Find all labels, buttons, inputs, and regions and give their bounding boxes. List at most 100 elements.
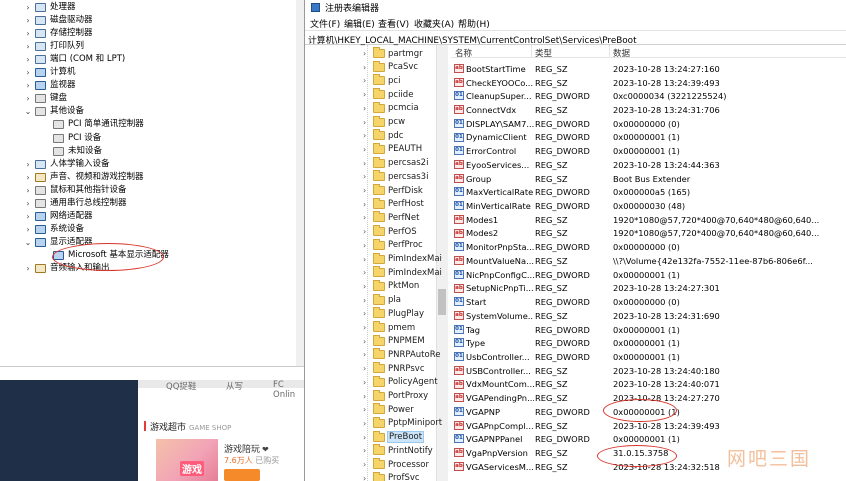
device-category-item[interactable]: Microsoft 基本显示适配器 <box>42 249 169 262</box>
expand-chevron-icon[interactable]: › <box>24 262 32 275</box>
expand-chevron-icon[interactable]: › <box>363 474 373 481</box>
expand-chevron-icon[interactable]: › <box>363 309 373 318</box>
column-header-type[interactable]: 类型 <box>535 47 552 59</box>
expand-chevron-icon[interactable]: › <box>24 53 32 66</box>
shop-buy-button[interactable] <box>224 469 260 481</box>
expand-chevron-icon[interactable]: › <box>24 92 32 105</box>
device-category-item[interactable]: › 声音、视频和游戏控制器 <box>24 171 144 184</box>
device-category-item[interactable]: PCI 简单通讯控制器 <box>42 118 144 131</box>
registry-key-item[interactable]: › PerfHost <box>363 197 424 211</box>
registry-key-item[interactable]: › PNRPAutoRe <box>363 348 440 361</box>
registry-key-item[interactable]: › PerfDisk <box>363 184 423 197</box>
expand-chevron-icon[interactable]: › <box>363 145 373 154</box>
expand-chevron-icon[interactable]: › <box>363 419 373 428</box>
registry-value-row[interactable]: 01 CleanupSuper... REG_DWORD 0xc0000034 (32… <box>451 89 846 103</box>
expand-chevron-icon[interactable]: › <box>363 350 373 359</box>
registry-value-row[interactable]: ab BootStartTime REG_SZ 2023-10-28 13:24:27… <box>451 62 846 76</box>
registry-key-item[interactable]: › PNRPsvc <box>363 362 425 375</box>
registry-key-item[interactable]: › PortProxy <box>363 389 428 403</box>
expand-chevron-icon[interactable]: › <box>363 63 373 72</box>
registry-key-item[interactable]: › PerfNet <box>363 211 419 224</box>
expand-chevron-icon[interactable]: › <box>24 66 32 79</box>
expand-chevron-icon[interactable]: ⌄ <box>24 105 32 118</box>
device-category-item[interactable]: › 网络适配器 <box>24 210 93 223</box>
registry-value-row[interactable]: 01 UsbController... REG_DWORD 0x00000001 (1… <box>451 350 846 364</box>
expand-chevron-icon[interactable]: › <box>363 159 373 168</box>
registry-key-item[interactable]: › pci <box>363 74 400 87</box>
expand-chevron-icon[interactable]: › <box>363 255 373 264</box>
device-category-item[interactable]: ⌄ 其他设备 <box>24 105 84 118</box>
shop-item-name[interactable]: 游戏陪玩 ❤ <box>224 442 269 455</box>
expand-chevron-icon[interactable]: › <box>363 186 373 195</box>
expand-chevron-icon[interactable]: › <box>24 79 32 92</box>
expand-chevron-icon[interactable]: › <box>24 1 32 14</box>
expand-chevron-icon[interactable]: › <box>363 76 373 85</box>
menu-help[interactable]: 帮助(H) <box>458 17 490 30</box>
expand-chevron-icon[interactable]: › <box>24 158 32 171</box>
device-category-item[interactable]: PCI 设备 <box>42 132 101 145</box>
expand-chevron-icon[interactable]: › <box>24 27 32 40</box>
expand-chevron-icon[interactable]: › <box>363 118 373 127</box>
device-category-item[interactable]: › 监视器 <box>24 79 76 92</box>
menu-favorites[interactable]: 收藏夹(A) <box>414 17 454 30</box>
device-category-item[interactable]: › 磁盘驱动器 <box>24 14 93 27</box>
shop-item-thumbnail[interactable]: 游戏 <box>156 439 218 481</box>
device-category-item[interactable]: › 音频输入和输出 <box>24 262 110 275</box>
registry-key-item[interactable]: › Processor <box>363 458 429 471</box>
expand-chevron-icon[interactable]: › <box>363 433 373 442</box>
registry-key-item[interactable]: › PlugPlay <box>363 307 424 320</box>
registry-value-row[interactable]: ab SetupNicPnpTi... REG_SZ 2023-10-28 13:24… <box>451 282 846 296</box>
registry-key-item[interactable]: › partmgr <box>363 47 423 60</box>
device-category-item[interactable]: › 人体学输入设备 <box>24 158 110 171</box>
registry-value-row[interactable]: 01 MonitorPnpSta... REG_DWORD 0x00000000 (0… <box>451 240 846 254</box>
expand-chevron-icon[interactable]: › <box>24 197 32 210</box>
device-category-item[interactable]: › 打印队列 <box>24 40 84 53</box>
expand-chevron-icon[interactable]: › <box>24 223 32 236</box>
expand-chevron-icon[interactable]: › <box>363 460 373 469</box>
device-category-item[interactable]: 未知设备 <box>42 145 102 158</box>
device-category-item[interactable]: › 处理器 <box>24 1 76 14</box>
registry-key-item[interactable]: › PktMon <box>363 279 419 293</box>
registry-key-item[interactable]: › PerfOS <box>363 225 417 238</box>
registry-value-row[interactable]: 01 Tag REG_DWORD 0x00000001 (1) <box>451 323 846 337</box>
registry-value-row[interactable]: ab USBController... REG_SZ 2023-10-28 13:24… <box>451 364 846 378</box>
registry-key-item[interactable]: › percsas3i <box>363 170 428 183</box>
device-category-item[interactable]: › 存储控制器 <box>24 27 93 40</box>
tree-scrollbar-thumb[interactable] <box>438 289 446 315</box>
address-bar[interactable]: 计算机\HKEY_LOCAL_MACHINE\SYSTEM\CurrentCon… <box>305 30 846 46</box>
expand-chevron-icon[interactable]: › <box>363 268 373 277</box>
registry-key-item[interactable]: › PimIndexMai <box>363 266 442 279</box>
device-manager-scrollbar[interactable] <box>296 0 304 366</box>
expand-chevron-icon[interactable]: › <box>363 131 373 140</box>
menu-file[interactable]: 文件(F) <box>310 17 340 30</box>
expand-chevron-icon[interactable]: › <box>24 184 32 197</box>
expand-chevron-icon[interactable]: › <box>363 282 373 291</box>
expand-chevron-icon[interactable]: › <box>24 210 32 223</box>
registry-value-row[interactable]: 01 Type REG_DWORD 0x00000001 (1) <box>451 336 846 350</box>
registry-value-row[interactable]: 01 MaxVerticalRate REG_DWORD 0x000000a5 (16… <box>451 185 846 199</box>
registry-key-item[interactable]: › PptpMiniport <box>363 416 442 430</box>
registry-value-row[interactable]: ab Modes1 REG_SZ 1920*1080@57,720*400@70,64… <box>451 213 846 227</box>
expand-chevron-icon[interactable]: ⌄ <box>24 236 32 249</box>
expand-chevron-icon[interactable]: › <box>363 392 373 401</box>
expand-chevron-icon[interactable]: › <box>363 49 373 58</box>
registry-value-row[interactable]: ab VdxMountCom... REG_SZ 2023-10-28 13:24:4… <box>451 378 846 392</box>
registry-key-item[interactable]: › pdc <box>363 129 403 142</box>
registry-key-item[interactable]: › pcmcia <box>363 101 419 115</box>
registry-value-row[interactable]: ab SystemVolume... REG_SZ 2023-10-28 13:24:… <box>451 309 846 323</box>
registry-value-row[interactable]: ab MountValueNa... REG_SZ \\?\Volume{42e132… <box>451 254 846 268</box>
device-category-item[interactable]: › 计算机 <box>24 66 76 79</box>
column-header-data[interactable]: 数据 <box>613 47 630 59</box>
registry-key-item[interactable]: › pcw <box>363 115 405 129</box>
web-tab[interactable]: 从写 <box>226 380 243 392</box>
registry-key-item[interactable]: › PreBoot <box>363 430 425 444</box>
registry-key-item[interactable]: › Power <box>363 403 414 416</box>
column-header-name[interactable]: 名称 <box>455 47 472 59</box>
registry-key-item[interactable]: › percsas2i <box>363 156 428 170</box>
device-category-item[interactable]: › 通用串行总线控制器 <box>24 197 127 210</box>
registry-value-row[interactable]: 01 NicPnpConfigC... REG_DWORD 0x00000001 (1… <box>451 268 846 282</box>
menu-view[interactable]: 查看(V) <box>378 17 409 30</box>
expand-chevron-icon[interactable]: › <box>363 296 373 305</box>
registry-key-item[interactable]: › pmem <box>363 321 415 334</box>
column-separator[interactable] <box>531 45 532 58</box>
